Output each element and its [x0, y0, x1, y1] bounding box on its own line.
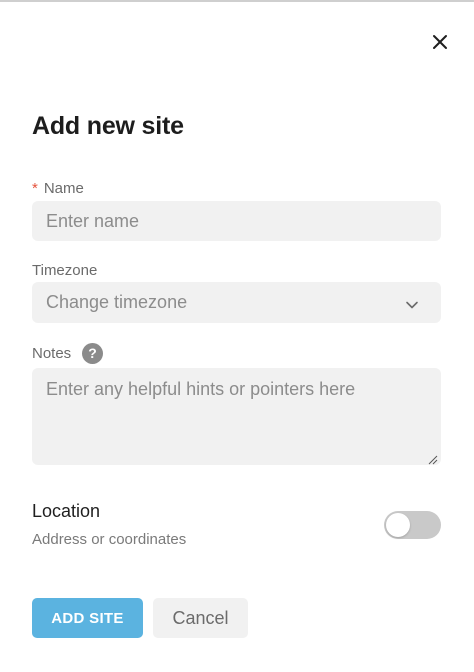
top-border	[0, 0, 474, 2]
timezone-label: Timezone	[32, 262, 98, 279]
close-icon[interactable]	[430, 32, 450, 52]
location-title: Location	[32, 501, 101, 521]
location-toggle[interactable]	[384, 511, 441, 539]
add-site-button[interactable]: ADD SITE	[32, 598, 143, 638]
notes-label: Notes	[32, 345, 72, 362]
dialog-title: Add new site	[32, 112, 184, 140]
resize-handle-icon[interactable]	[428, 452, 438, 465]
required-marker: *	[32, 180, 38, 197]
cancel-button[interactable]: Cancel	[153, 598, 248, 638]
location-subtitle: Address or coordinates	[32, 531, 187, 548]
toggle-knob	[386, 513, 410, 537]
timezone-select[interactable]: Change timezone	[32, 282, 441, 323]
name-input[interactable]	[32, 201, 441, 241]
notes-textarea[interactable]	[32, 368, 441, 465]
name-label-text: Name	[43, 180, 84, 197]
name-label: * Name	[32, 180, 84, 197]
chevron-down-icon	[405, 296, 419, 310]
timezone-select-value: Change timezone	[46, 292, 188, 312]
question-circle-icon[interactable]: ?	[82, 343, 103, 364]
